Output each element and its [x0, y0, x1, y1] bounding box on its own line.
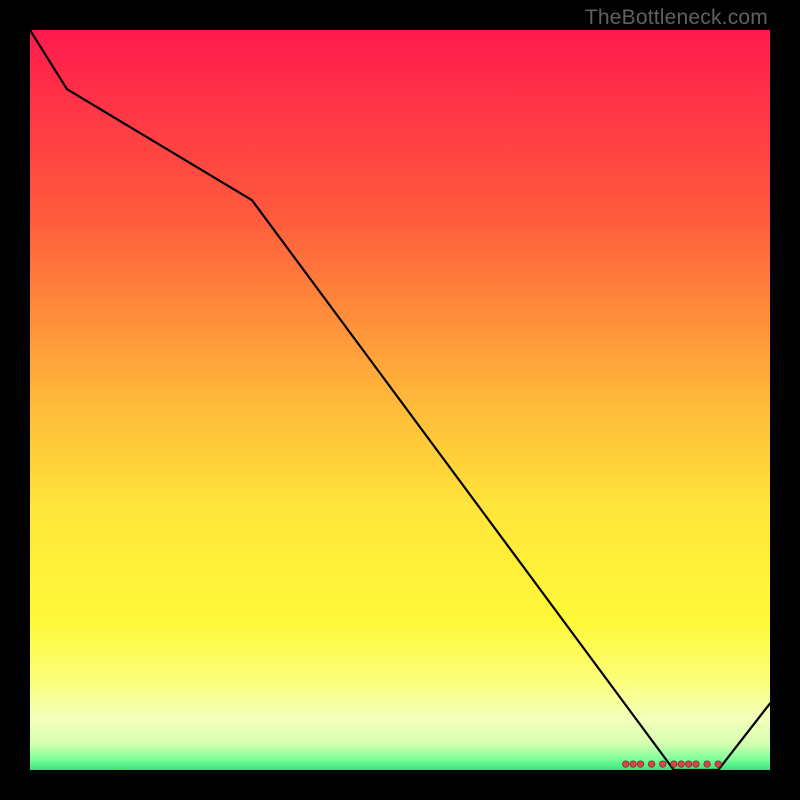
data-markers — [623, 761, 722, 767]
plot-area — [30, 30, 770, 770]
series-line — [30, 30, 770, 770]
data-marker — [623, 761, 629, 767]
data-marker — [704, 761, 710, 767]
data-marker — [693, 761, 699, 767]
data-marker — [648, 761, 654, 767]
data-marker — [630, 761, 636, 767]
chart-line-layer — [30, 30, 770, 770]
data-marker — [660, 761, 666, 767]
data-marker — [637, 761, 643, 767]
data-marker — [685, 761, 691, 767]
watermark-text: TheBottleneck.com — [585, 6, 768, 30]
chart-frame: TheBottleneck.com — [0, 0, 800, 800]
data-marker — [678, 761, 684, 767]
data-marker — [715, 761, 721, 767]
data-marker — [671, 761, 677, 767]
